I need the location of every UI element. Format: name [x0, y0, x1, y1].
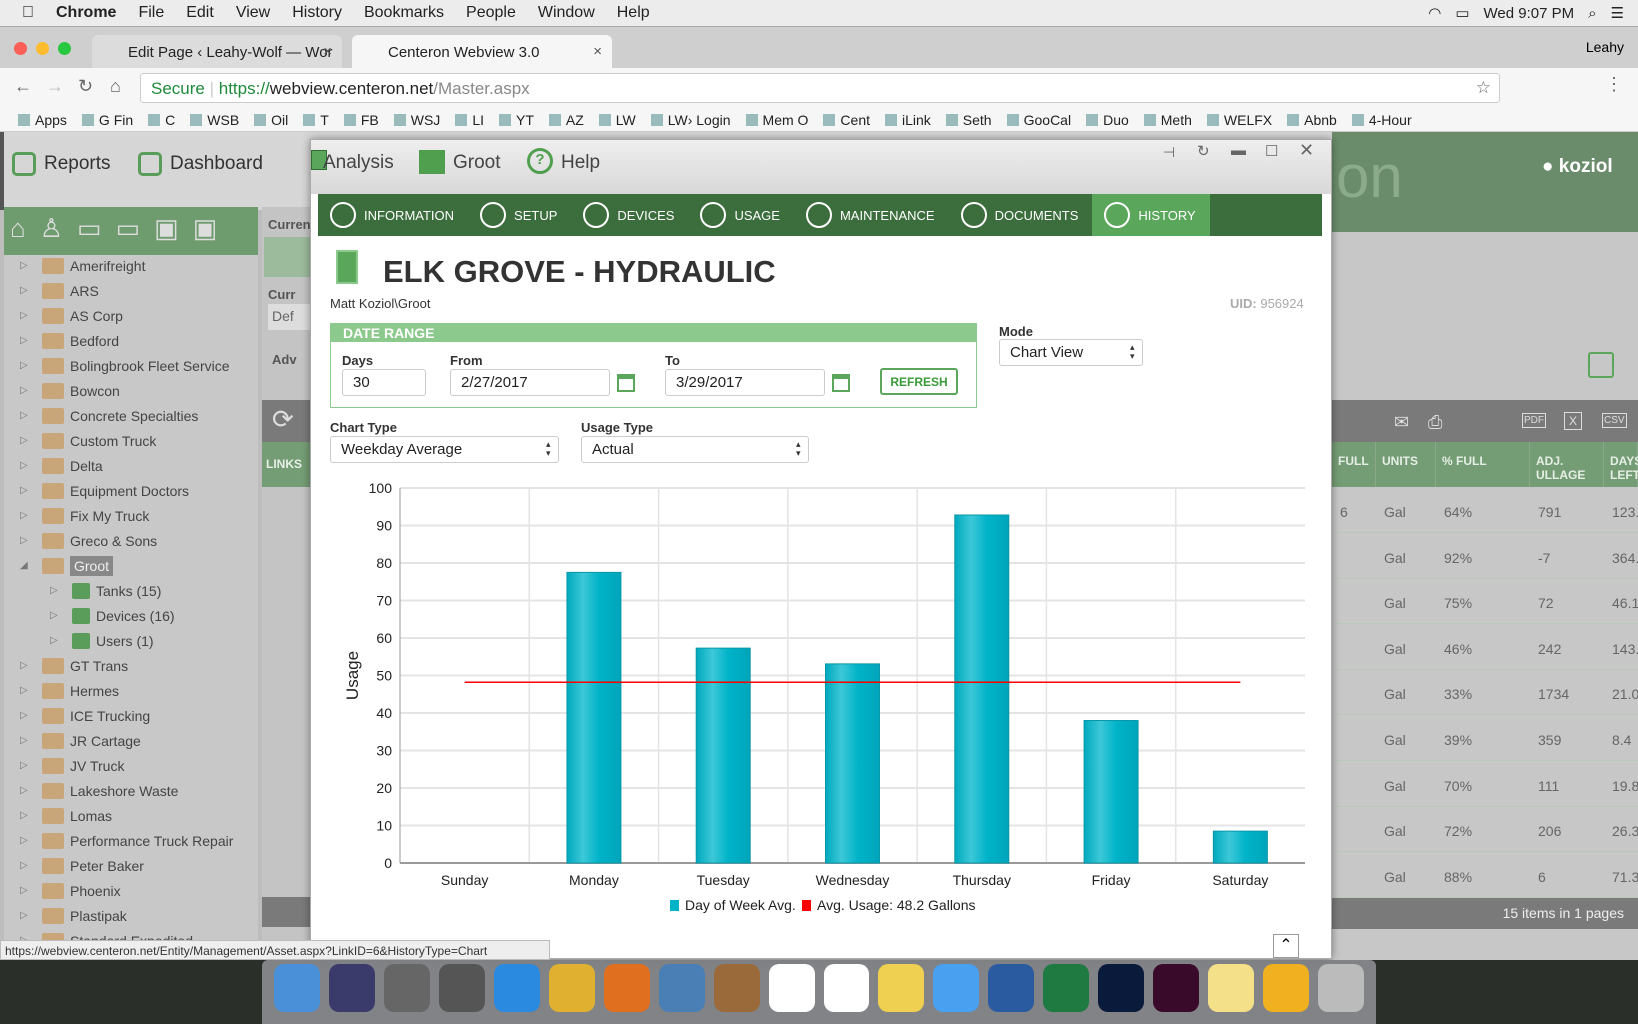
y-tick-label: 50 — [376, 668, 392, 684]
y-tick-label: 70 — [376, 593, 392, 609]
y-tick-label: 40 — [376, 705, 392, 721]
dock-app-icon[interactable] — [603, 964, 650, 1012]
dock-app-icon[interactable] — [878, 964, 925, 1012]
legend-swatch-average — [802, 900, 811, 911]
dock-app-icon[interactable] — [768, 964, 815, 1012]
y-tick-label: 20 — [376, 780, 392, 796]
bar-friday — [1083, 720, 1139, 864]
y-tick-label: 100 — [369, 480, 393, 496]
dock-app-icon[interactable] — [1098, 964, 1145, 1012]
x-tick-label: Wednesday — [816, 872, 890, 888]
x-tick-label: Sunday — [441, 872, 488, 888]
y-tick-label: 10 — [376, 818, 392, 834]
usage-chart: 0 10 20 30 40 50 60 70 80 90 100 Sunday Monday Tuesda… — [343, 480, 1305, 913]
y-tick-label: 60 — [376, 630, 392, 646]
y-tick-label: 30 — [376, 743, 392, 759]
dock-app-icon[interactable] — [274, 964, 320, 1012]
scroll-top-button[interactable]: ⌃ — [1273, 934, 1299, 958]
x-tick-label: Saturday — [1212, 872, 1268, 888]
mac-dock — [262, 960, 1376, 1024]
y-axis-label: Usage — [343, 651, 362, 700]
dock-app-icon[interactable] — [658, 964, 705, 1012]
dock-app-icon[interactable] — [988, 964, 1035, 1012]
dock-app-icon[interactable] — [1263, 964, 1310, 1012]
y-tick-label: 90 — [376, 518, 392, 534]
bar-saturday — [1212, 830, 1268, 864]
dock-app-icon[interactable] — [713, 964, 760, 1012]
bar-wednesday — [825, 663, 880, 864]
status-bar-url: https://webview.centeron.net/Entity/Mana… — [0, 940, 550, 960]
x-tick-label: Monday — [569, 872, 619, 888]
dock-app-icon[interactable] — [823, 964, 870, 1012]
bar-thursday — [954, 514, 1010, 864]
dock-app-icon[interactable] — [1043, 964, 1090, 1012]
dock-app-icon[interactable] — [438, 964, 485, 1012]
legend-label-average: Avg. Usage: 48.2 Gallons — [817, 897, 976, 913]
dock-app-icon[interactable] — [493, 964, 540, 1012]
dock-app-icon[interactable] — [548, 964, 595, 1012]
y-tick-label: 80 — [376, 555, 392, 571]
dock-app-icon[interactable] — [383, 964, 430, 1012]
x-tick-label: Friday — [1092, 872, 1131, 888]
x-tick-label: Tuesday — [697, 872, 750, 888]
x-tick-label: Thursday — [953, 872, 1011, 888]
dock-app-icon[interactable] — [1208, 964, 1255, 1012]
dock-app-icon[interactable] — [1153, 964, 1200, 1012]
dock-app-icon[interactable] — [933, 964, 980, 1012]
dock-app-icon[interactable] — [328, 964, 375, 1012]
bar-tuesday — [695, 647, 751, 864]
y-tick-label: 0 — [384, 855, 392, 871]
legend-label-series: Day of Week Avg. — [685, 897, 796, 913]
legend-swatch-series — [670, 900, 679, 911]
bar-monday — [566, 571, 622, 864]
dock-app-icon[interactable] — [1318, 964, 1365, 1012]
